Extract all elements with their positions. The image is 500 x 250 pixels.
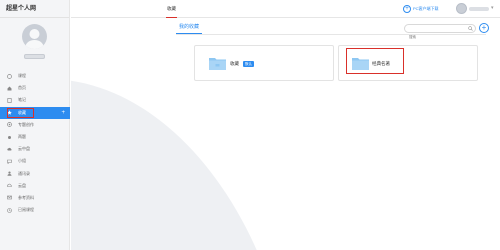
folder-icon (209, 58, 226, 70)
sidebar-item-cloud-center[interactable]: 云中盘 (0, 143, 70, 155)
reference-icon (7, 195, 12, 200)
top-bar: 收藏 + PC客户端下载 ▾ (71, 0, 500, 18)
sidebar-item-contacts[interactable]: 通讯录 (0, 168, 70, 180)
avatar[interactable] (22, 24, 47, 49)
history-icon (7, 207, 12, 213)
user-avatar[interactable] (456, 3, 467, 14)
sidebar-item-course[interactable]: 课程 (0, 70, 70, 82)
sidebar-item-reference[interactable]: 参考资料 (0, 192, 70, 204)
sidebar-item-pan[interactable]: 云盘 (0, 180, 70, 192)
highlight-box (346, 48, 404, 74)
sidebar-item-label: 两题 (18, 134, 26, 140)
sidebar-item-label: 参考资料 (18, 194, 34, 200)
tab-favorites[interactable]: 收藏 (166, 0, 177, 18)
note-icon (7, 98, 12, 103)
sidebar-item-label: 云中盘 (18, 146, 30, 152)
sidebar-item-topic[interactable]: 专题创作 (0, 119, 70, 131)
folder-card-favorites[interactable]: 收藏 默认 (194, 45, 334, 81)
add-folder-icon[interactable]: + (61, 110, 65, 116)
brand-title: 超星个人网 (0, 0, 69, 18)
sidebar-item-label: 专题创作 (18, 121, 34, 127)
folder-name: 收藏 (230, 61, 239, 66)
sidebar-item-label: 笔记 (18, 97, 26, 103)
sidebar: 超星个人网 课程 首页 笔记 收藏 + 专题创作 两题 云中盘 小组 通讯录 云… (0, 0, 70, 250)
tab-my-favorites[interactable]: 我的收藏 (176, 22, 203, 34)
highlight-box (7, 107, 34, 118)
username-redacted (24, 54, 45, 59)
sidebar-item-favorites[interactable]: 收藏 + (0, 106, 70, 119)
group-icon (7, 159, 12, 164)
search-input[interactable] (405, 33, 465, 41)
background-decoration (71, 80, 257, 250)
sidebar-item-label: 首页 (18, 85, 26, 91)
download-label: PC客户端下载 (413, 6, 439, 11)
search-icon[interactable] (468, 26, 473, 31)
sidebar-menu: 课程 首页 笔记 收藏 + 专题创作 两题 云中盘 小组 通讯录 云盘 参考资料… (0, 70, 70, 216)
dot-icon (7, 135, 12, 140)
sidebar-item-label: 已阅课程 (18, 207, 34, 213)
add-folder-button[interactable]: + (479, 23, 489, 33)
sidebar-item-group[interactable]: 小组 (0, 155, 70, 167)
pan-icon (7, 183, 12, 188)
sidebar-item-label: 云盘 (18, 182, 26, 188)
plus-circle-icon: + (403, 5, 411, 13)
home-icon (7, 86, 12, 91)
sidebar-item-label: 课程 (18, 73, 26, 79)
cloud-icon (7, 147, 12, 152)
sidebar-item-home[interactable]: 首页 (0, 82, 70, 94)
topic-icon (7, 122, 12, 128)
search-box[interactable] (404, 24, 476, 41)
pc-client-download-link[interactable]: + PC客户端下载 (403, 3, 439, 15)
default-badge: 默认 (243, 61, 254, 67)
sidebar-item-notes[interactable]: 笔记 (0, 94, 70, 106)
sidebar-item-history[interactable]: 已阅课程 (0, 204, 70, 216)
chevron-down-icon[interactable]: ▾ (491, 5, 494, 11)
user-name-redacted[interactable] (469, 7, 489, 11)
sidebar-item-label: 通讯录 (18, 170, 30, 176)
main-content: 收藏 + PC客户端下载 ▾ 我的收藏 + 收藏 默认 经典名著 (71, 0, 500, 250)
course-icon (7, 73, 12, 79)
contacts-icon (7, 171, 12, 176)
sidebar-item-label: 小组 (18, 158, 26, 164)
sidebar-item-quiz[interactable]: 两题 (0, 131, 70, 143)
